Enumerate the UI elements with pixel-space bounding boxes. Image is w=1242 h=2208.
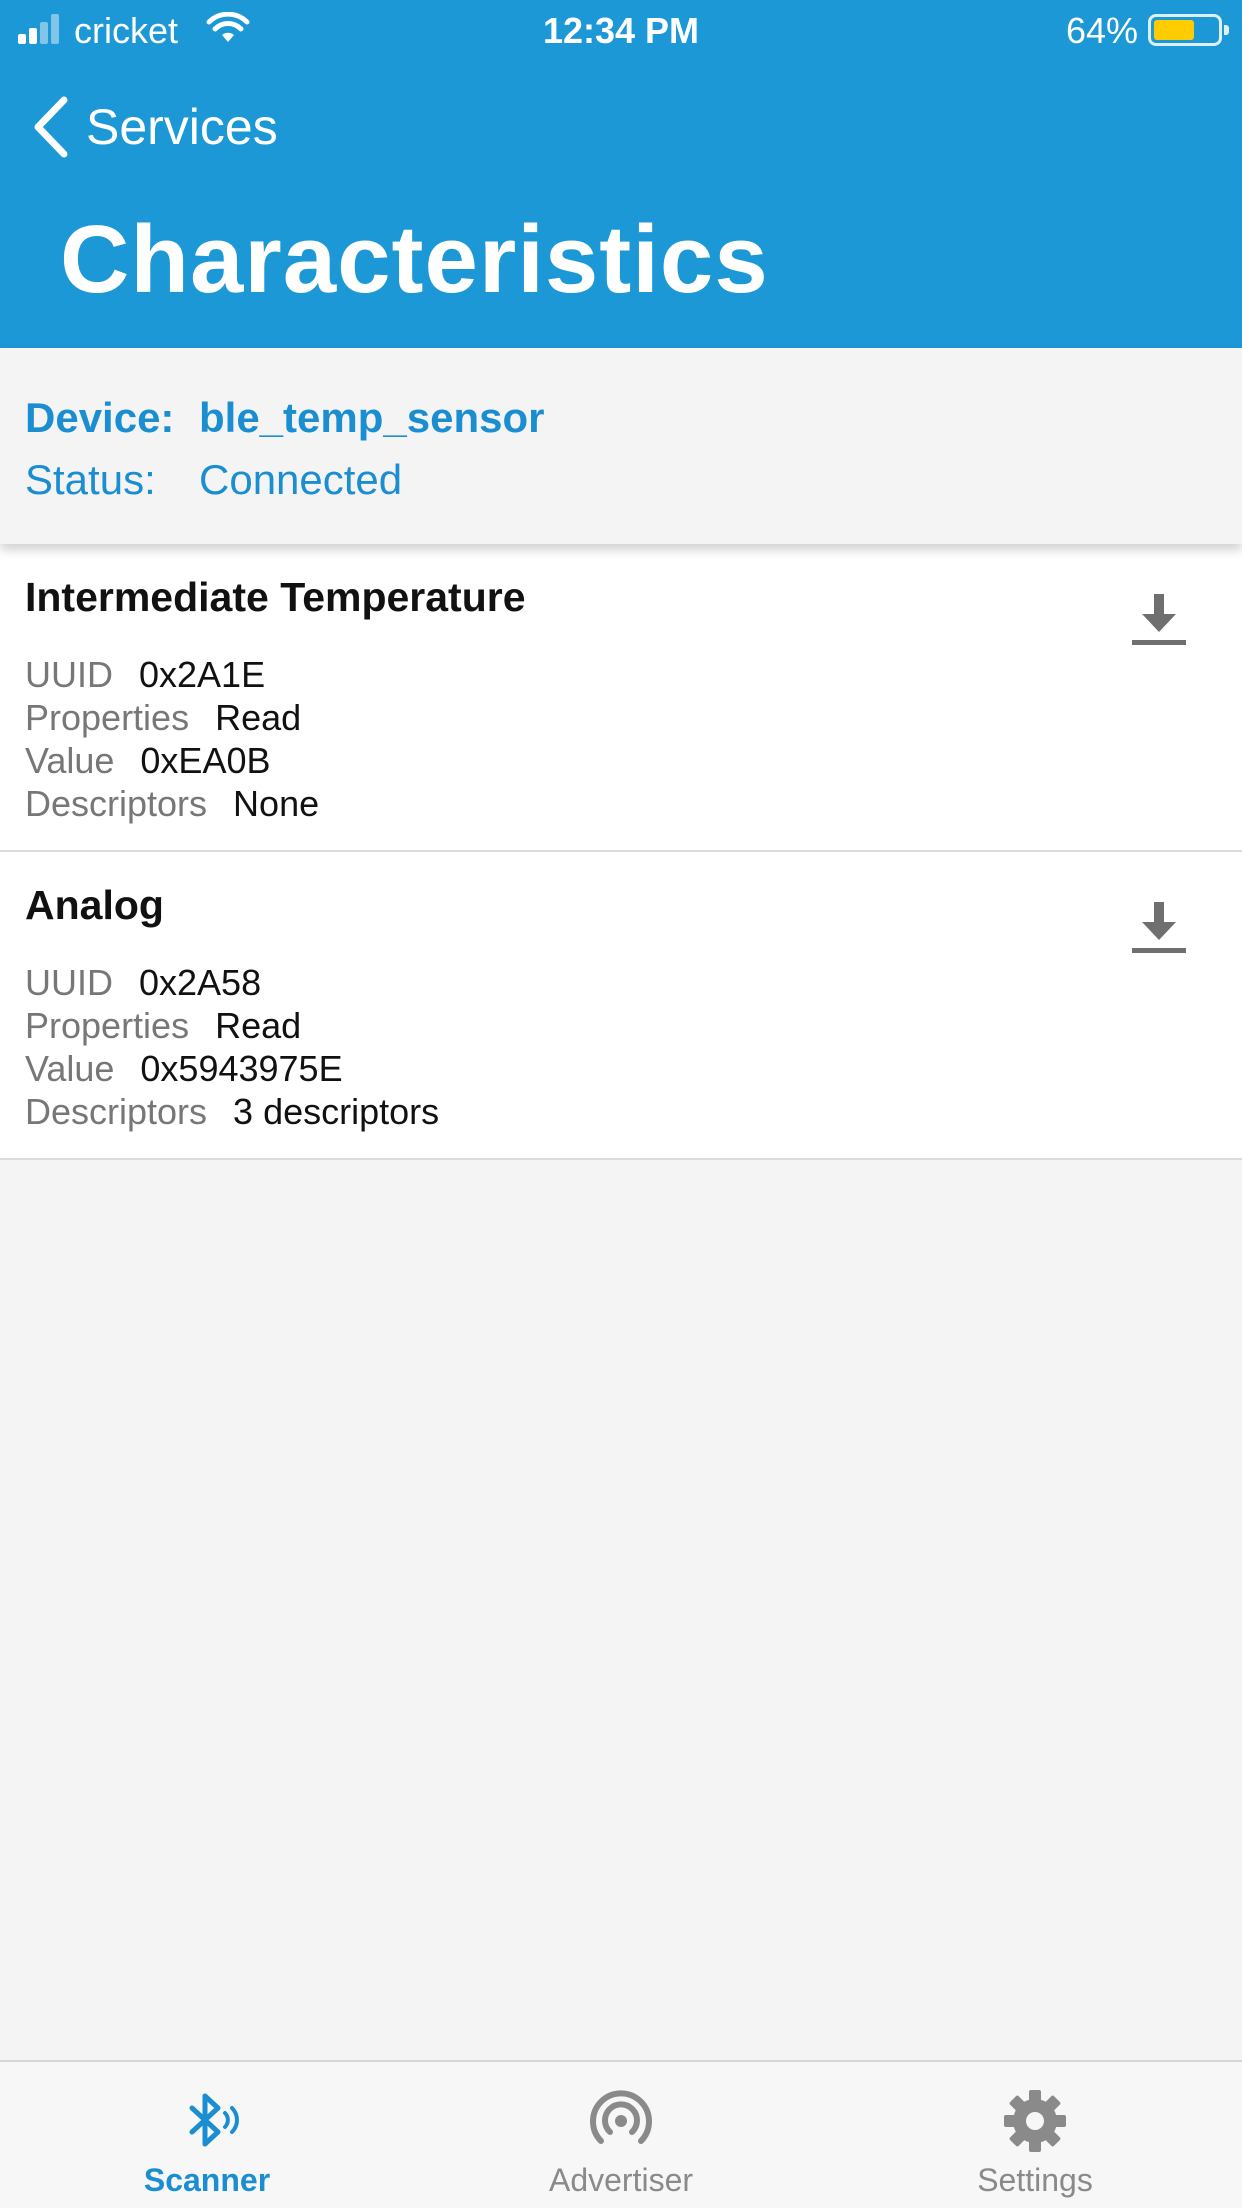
properties-label: Properties xyxy=(25,1005,190,1046)
tab-label: Settings xyxy=(977,2162,1093,2198)
device-row: Device: ble_temp_sensor xyxy=(25,394,544,442)
page-title: Characteristics xyxy=(60,206,769,313)
value-row: Value 0xEA0B xyxy=(25,740,270,782)
uuid-row: UUID 0x2A58 xyxy=(25,962,261,1004)
device-info-panel: Device: ble_temp_sensor Status: Connected xyxy=(0,348,1242,544)
tab-settings[interactable]: Settings xyxy=(828,2062,1242,2208)
nav-header: cricket 12:34 PM 64% Services Characteri… xyxy=(0,0,1242,348)
battery-fill xyxy=(1154,20,1194,40)
uuid-label: UUID xyxy=(25,654,113,695)
status-bar: cricket 12:34 PM 64% xyxy=(0,0,1242,60)
descriptors-value: None xyxy=(233,783,320,824)
properties-value: Read xyxy=(215,1005,302,1046)
gear-icon xyxy=(1004,2090,1066,2152)
download-icon[interactable] xyxy=(1126,588,1192,654)
back-label: Services xyxy=(86,99,278,155)
bluetooth-icon xyxy=(189,2093,239,2147)
properties-label: Properties xyxy=(25,697,190,738)
value-label: Value xyxy=(25,740,115,781)
battery-icon xyxy=(1148,14,1229,46)
uuid-row: UUID 0x2A1E xyxy=(25,654,265,696)
properties-value: Read xyxy=(215,697,302,738)
value-label: Value xyxy=(25,1048,115,1089)
tab-bar: Scanner Advertiser Settings xyxy=(0,2060,1242,2208)
properties-row: Properties Read xyxy=(25,697,301,739)
characteristics-list: Intermediate Temperature UUID 0x2A1E Prop… xyxy=(0,544,1242,1160)
characteristic-card[interactable]: Intermediate Temperature UUID 0x2A1E Prop… xyxy=(0,544,1242,852)
uuid-value: 0x2A1E xyxy=(139,654,266,695)
descriptors-value: 3 descriptors xyxy=(233,1091,440,1132)
properties-row: Properties Read xyxy=(25,1005,301,1047)
uuid-value: 0x2A58 xyxy=(139,962,262,1003)
tab-advertiser[interactable]: Advertiser xyxy=(414,2062,828,2208)
status-time: 12:34 PM xyxy=(542,10,700,51)
tab-label: Scanner xyxy=(143,2162,271,2198)
device-label: Device: xyxy=(25,394,175,441)
characteristic-card[interactable]: Analog UUID 0x2A58 Properties Read Value 0x… xyxy=(0,852,1242,1160)
status-row: Status: Connected xyxy=(25,456,402,504)
tab-scanner[interactable]: Scanner xyxy=(0,2062,414,2208)
download-icon[interactable] xyxy=(1126,896,1192,962)
value-value: 0x5943975E xyxy=(140,1048,343,1089)
characteristic-name: Intermediate Temperature xyxy=(25,574,526,620)
descriptors-label: Descriptors xyxy=(25,783,208,824)
characteristic-name: Analog xyxy=(25,882,164,928)
descriptors-label: Descriptors xyxy=(25,1091,208,1132)
device-name: ble_temp_sensor xyxy=(199,394,545,441)
back-button[interactable]: Services xyxy=(30,92,278,162)
value-row: Value 0x5943975E xyxy=(25,1048,343,1090)
status-value: Connected xyxy=(199,456,403,503)
descriptors-row: Descriptors 3 descriptors xyxy=(25,1091,439,1133)
broadcast-icon xyxy=(590,2090,652,2144)
status-label: Status: xyxy=(25,456,156,503)
chevron-left-icon xyxy=(34,96,68,158)
tab-label: Advertiser xyxy=(548,2162,694,2198)
battery-percent: 64% xyxy=(1065,10,1138,51)
value-value: 0xEA0B xyxy=(140,740,271,781)
uuid-label: UUID xyxy=(25,962,113,1003)
descriptors-row: Descriptors None xyxy=(25,783,319,825)
